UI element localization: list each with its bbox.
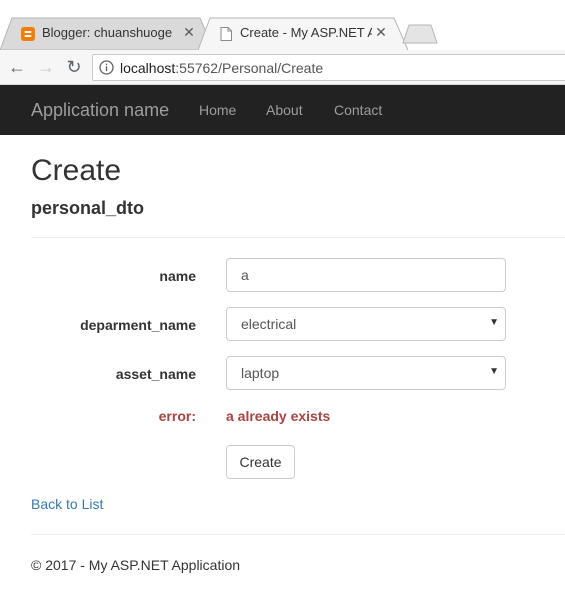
asset-select[interactable]: laptop ▼ [226, 356, 506, 390]
browser-toolbar: ← → ↻ localhost:55762/Personal/Create [0, 50, 565, 85]
nav-home[interactable]: Home [199, 102, 236, 118]
forward-arrow-icon[interactable]: → [35, 56, 57, 78]
blogger-icon [21, 27, 35, 41]
name-label: name [159, 268, 196, 284]
department-select[interactable]: electrical ▼ [226, 307, 506, 341]
asset-value: laptop [241, 365, 280, 381]
page-icon [220, 27, 232, 41]
tab-title: Create - My ASP.NET App [240, 25, 372, 40]
error-message: a already exists [226, 408, 331, 424]
url-path: :55762/Personal/Create [175, 60, 324, 76]
navbar-brand[interactable]: Application name [31, 100, 169, 121]
reload-icon[interactable]: ↻ [63, 56, 85, 78]
divider [31, 534, 565, 535]
url-host: localhost [120, 60, 176, 76]
error-label: error: [158, 408, 196, 424]
divider [31, 237, 565, 238]
page-title: Create [31, 154, 122, 187]
caret-down-icon: ▼ [489, 366, 499, 377]
tab-title: Blogger: chuanshuoge - E [42, 25, 172, 40]
name-input[interactable]: a [226, 258, 506, 292]
department-label: deparment_name [80, 317, 196, 333]
footer-text: © 2017 - My ASP.NET Application [31, 557, 241, 573]
tab-create[interactable]: Create - My ASP.NET App ✕ [198, 17, 408, 50]
department-value: electrical [241, 316, 297, 332]
name-value: a [241, 267, 249, 283]
back-arrow-icon[interactable]: ← [6, 56, 28, 78]
browser-tab-strip: Blogger: chuanshuoge - E ✕ Create - My A… [0, 0, 565, 50]
create-button[interactable]: Create [226, 445, 295, 479]
back-to-list-link[interactable]: Back to List [31, 496, 103, 512]
asset-label: asset_name [115, 366, 196, 382]
nav-about[interactable]: About [266, 102, 303, 118]
info-icon[interactable] [99, 60, 114, 75]
url-text: localhost:55762/Personal/Create [120, 60, 323, 76]
address-bar[interactable]: localhost:55762/Personal/Create [92, 54, 565, 81]
close-tab-icon[interactable]: ✕ [182, 24, 196, 41]
close-tab-icon[interactable]: ✕ [374, 24, 388, 41]
caret-down-icon: ▼ [489, 317, 499, 328]
new-tab-button[interactable] [402, 24, 438, 44]
tab-blogger[interactable]: Blogger: chuanshuoge - E ✕ [0, 17, 214, 50]
site-navbar: Application name Home About Contact [0, 85, 565, 135]
nav-contact[interactable]: Contact [334, 102, 382, 118]
page-subtitle: personal_dto [31, 198, 145, 218]
